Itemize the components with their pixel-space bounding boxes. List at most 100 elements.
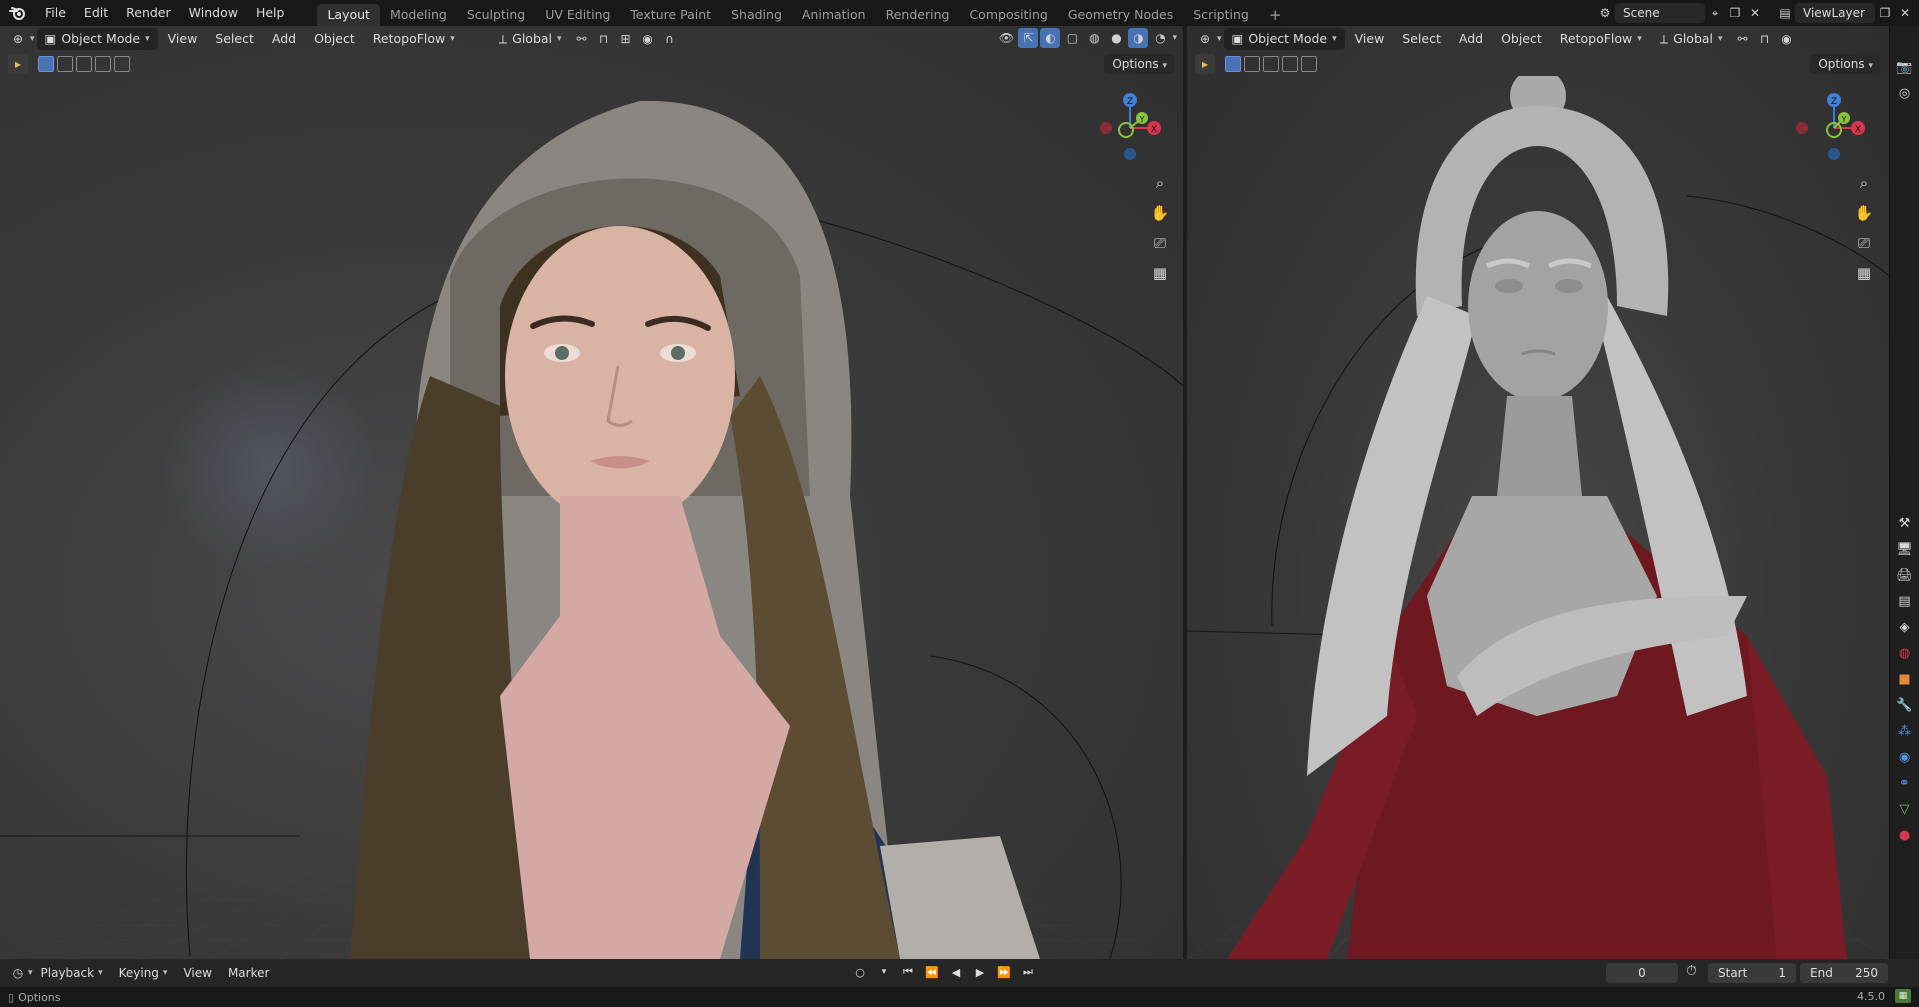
rendered-shading-icon[interactable]: ◔ [1150, 28, 1170, 48]
pivot-icon[interactable]: ⚯ [572, 29, 592, 49]
menu-object[interactable]: Object [306, 28, 363, 50]
tab-geometry-nodes[interactable]: Geometry Nodes [1058, 4, 1183, 26]
pan-hand-icon[interactable]: ✋ [1146, 199, 1174, 227]
pivot-icon[interactable]: ⚯ [1733, 29, 1753, 49]
options-dropdown[interactable]: Options ▾ [1104, 54, 1175, 74]
snap-target-icon[interactable]: ⊞ [616, 29, 636, 49]
zoom-icon[interactable]: ⌕ [1146, 169, 1174, 197]
viewport-right[interactable]: ⊕ ▾ ▣ Object Mode ▾ View Select Add Obje… [1187, 26, 1889, 959]
chevron-down-icon[interactable]: ▾ [874, 962, 894, 982]
menu-help[interactable]: Help [247, 0, 294, 26]
marker-menu[interactable]: Marker [220, 962, 277, 984]
play-icon[interactable]: ▶ [970, 962, 990, 982]
particle-properties-icon[interactable]: ⁂ [1894, 720, 1916, 742]
viewlayer-field[interactable]: ViewLayer [1795, 3, 1875, 23]
object-mode-dropdown[interactable]: ▣ Object Mode ▾ [1223, 28, 1345, 50]
blender-logo-icon[interactable] [0, 0, 36, 26]
scene-properties-icon[interactable]: ◈ [1894, 616, 1916, 638]
physics-properties-icon[interactable]: ◉ [1894, 746, 1916, 768]
editor-type-icon[interactable]: ⊕ [8, 29, 28, 49]
start-frame-field[interactable]: Start 1 [1708, 963, 1796, 983]
select-subtract-icon[interactable] [1263, 56, 1279, 72]
menu-add[interactable]: Add [264, 28, 304, 50]
select-new-icon[interactable] [38, 56, 54, 72]
overlay-toggle-icon[interactable]: ◐ [1040, 28, 1061, 48]
playback-menu[interactable]: Playback ▾ [33, 962, 111, 984]
menu-window[interactable]: Window [180, 0, 247, 26]
menu-edit[interactable]: Edit [75, 0, 117, 26]
end-frame-field[interactable]: End 250 [1800, 963, 1888, 983]
chevron-down-icon[interactable]: ▾ [1172, 33, 1177, 43]
tab-texture-paint[interactable]: Texture Paint [620, 4, 721, 26]
add-workspace-button[interactable]: + [1259, 4, 1292, 26]
tab-rendering[interactable]: Rendering [876, 4, 960, 26]
xray-icon[interactable]: ▢ [1062, 28, 1082, 48]
menu-select[interactable]: Select [1394, 28, 1449, 50]
visibility-icon[interactable]: 👁 [996, 28, 1016, 48]
record-icon[interactable]: ○ [850, 962, 870, 982]
menu-add[interactable]: Add [1451, 28, 1491, 50]
material-properties-icon[interactable]: ● [1894, 824, 1916, 846]
current-frame-field[interactable]: 0 [1606, 963, 1678, 983]
camera-view-icon[interactable]: ⎚ [1146, 229, 1174, 257]
play-reverse-icon[interactable]: ◀ [946, 962, 966, 982]
camera-view-icon[interactable]: ⎚ [1850, 229, 1878, 257]
menu-render[interactable]: Render [117, 0, 180, 26]
navigation-gizmo[interactable]: Z X Y [1090, 88, 1170, 168]
tab-animation[interactable]: Animation [792, 4, 876, 26]
next-keyframe-icon[interactable]: ⏩ [994, 962, 1014, 982]
new-viewlayer-icon[interactable]: ❐ [1875, 3, 1895, 23]
pan-hand-icon[interactable]: ✋ [1850, 199, 1878, 227]
viewport-left[interactable]: ⊕ ▾ ▣ Object Mode ▾ View Select Add Obje… [0, 26, 1183, 959]
select-intersect-icon[interactable] [114, 56, 130, 72]
viewlayer-icon[interactable]: ▤ [1775, 3, 1795, 23]
menu-view[interactable]: View [1347, 28, 1393, 50]
render-properties-icon[interactable]: 🖥 [1894, 538, 1916, 560]
select-new-icon[interactable] [1225, 56, 1241, 72]
zoom-icon[interactable]: ⌕ [1850, 169, 1878, 197]
object-properties-icon[interactable]: ■ [1894, 668, 1916, 690]
tool-settings-icon[interactable]: ⚒ [1894, 512, 1916, 534]
perspective-grid-icon[interactable]: ▦ [1850, 259, 1878, 287]
new-scene-icon[interactable]: ❐ [1725, 3, 1745, 23]
wireframe-shading-icon[interactable]: ◍ [1084, 28, 1104, 48]
camera-icon[interactable]: 📷 [1894, 56, 1916, 78]
gizmo-toggle-icon[interactable]: ⇱ [1018, 28, 1039, 48]
pin-icon[interactable]: ⌖ [1705, 3, 1725, 23]
navigation-gizmo[interactable]: Z X Y [1794, 88, 1874, 168]
tab-sculpting[interactable]: Sculpting [457, 4, 535, 26]
chevron-down-icon[interactable]: ▾ [30, 34, 35, 44]
select-invert-icon[interactable] [1282, 56, 1298, 72]
select-tool-icon[interactable]: ▸ [8, 54, 28, 74]
world-properties-icon[interactable]: ◍ [1894, 642, 1916, 664]
select-intersect-icon[interactable] [1301, 56, 1317, 72]
retopoflow-dropdown[interactable]: RetopoFlow ▾ [1552, 28, 1650, 50]
proportional-edit-icon[interactable]: ◉ [638, 29, 658, 49]
transform-orientation-dropdown[interactable]: ⟂ Global ▾ [491, 28, 570, 50]
menu-view[interactable]: View [160, 28, 206, 50]
options-dropdown[interactable]: Options ▾ [1810, 54, 1881, 74]
modifier-properties-icon[interactable]: 🔧 [1894, 694, 1916, 716]
retopoflow-dropdown[interactable]: RetopoFlow ▾ [365, 28, 463, 50]
snap-icon[interactable]: ⊓ [594, 29, 614, 49]
view-layer-icon[interactable]: ▤ [1894, 590, 1916, 612]
keying-menu[interactable]: Keying ▾ [111, 962, 176, 984]
perspective-grid-icon[interactable]: ▦ [1146, 259, 1174, 287]
jump-start-icon[interactable]: ⏮ [898, 962, 918, 982]
select-extend-icon[interactable] [57, 56, 73, 72]
tab-shading[interactable]: Shading [721, 4, 792, 26]
delete-viewlayer-icon[interactable]: ✕ [1895, 3, 1915, 23]
snapshot-icon[interactable]: ◎ [1894, 82, 1916, 104]
solid-shading-icon[interactable]: ● [1106, 28, 1126, 48]
select-subtract-icon[interactable] [76, 56, 92, 72]
view-menu[interactable]: View [175, 962, 219, 984]
prev-keyframe-icon[interactable]: ⏪ [922, 962, 942, 982]
select-invert-icon[interactable] [95, 56, 111, 72]
constraint-properties-icon[interactable]: ⚭ [1894, 772, 1916, 794]
proportional-edit-icon[interactable]: ◉ [1777, 29, 1797, 49]
menu-object[interactable]: Object [1493, 28, 1550, 50]
tab-scripting[interactable]: Scripting [1183, 4, 1259, 26]
jump-end-icon[interactable]: ⏭ [1018, 962, 1038, 982]
falloff-icon[interactable]: ∩ [660, 29, 680, 49]
tab-modeling[interactable]: Modeling [380, 4, 457, 26]
